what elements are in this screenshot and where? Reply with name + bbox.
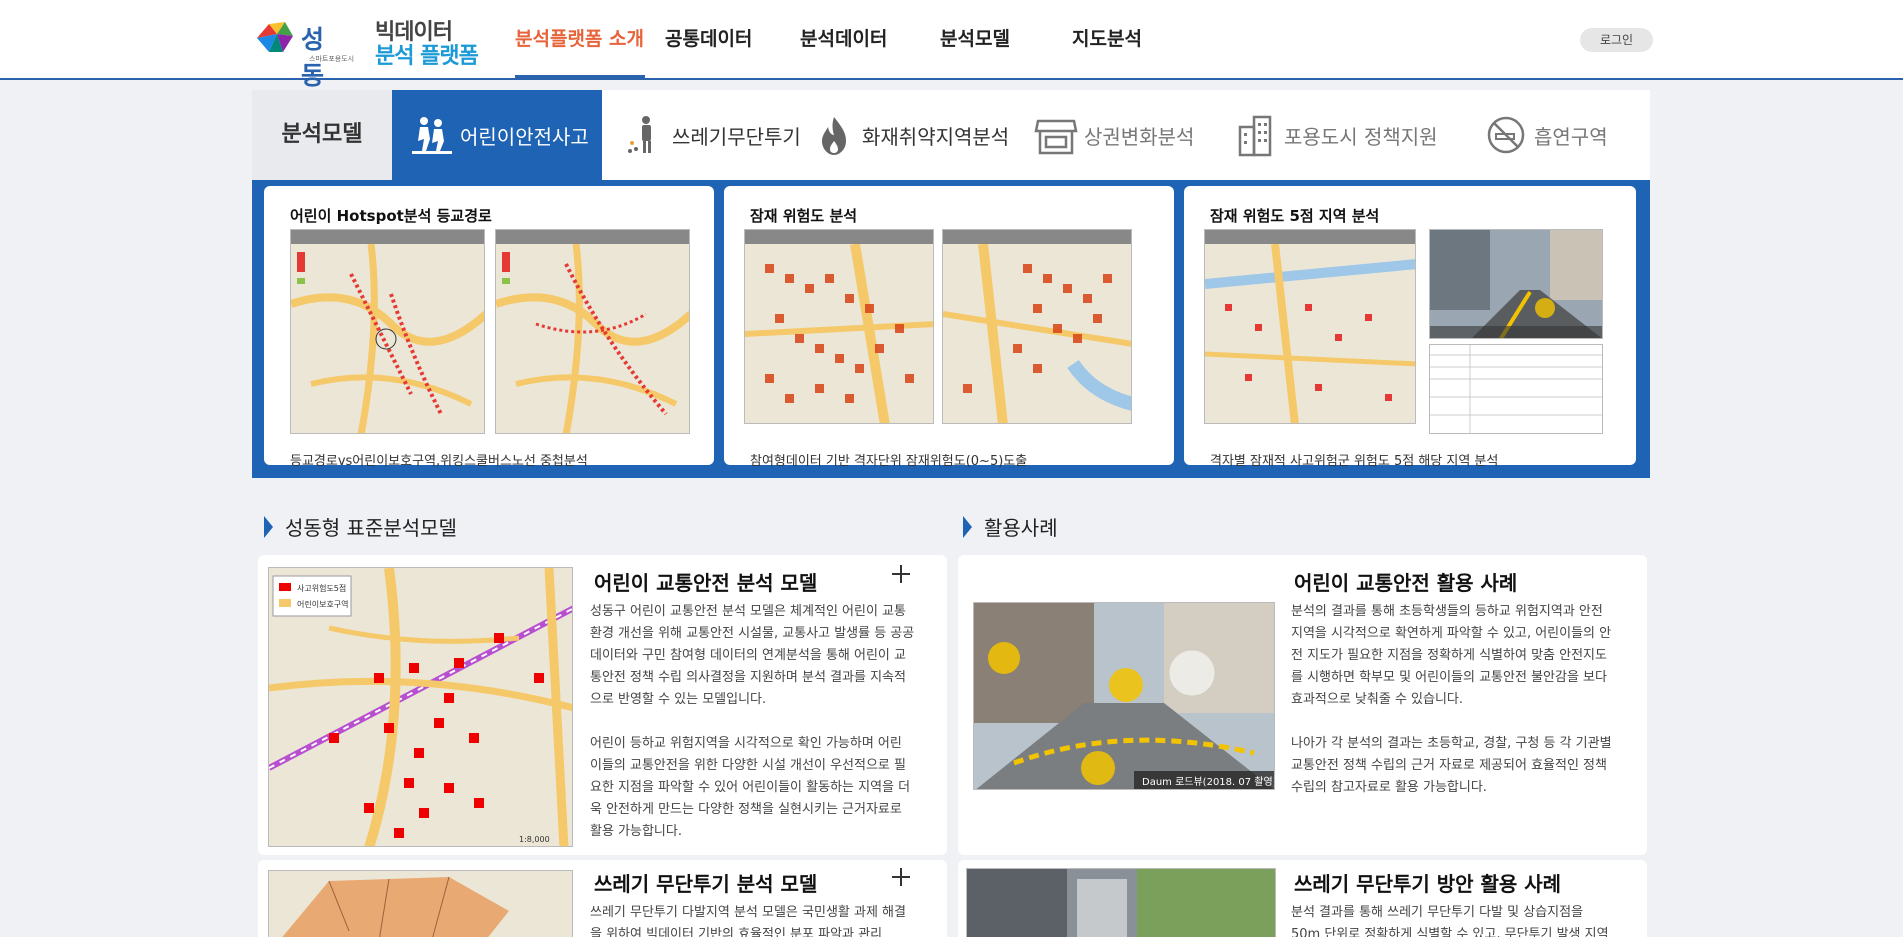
tab-child-safety[interactable]: 어린이안전사고 bbox=[392, 90, 602, 180]
logo-city-slogan: 스마트포용도시 bbox=[309, 55, 355, 63]
street-photo-image bbox=[1429, 229, 1603, 339]
tab-smoking-area[interactable]: 흡연구역 bbox=[1484, 90, 1634, 180]
street-dumping-photo-image bbox=[966, 868, 1276, 937]
section-bullet-icon bbox=[963, 515, 972, 538]
analysis-card-risk5[interactable]: 잠재 위험도 5점 지역 분석 격자별 잠재적 사고위험군 위험도 5점 해당 … bbox=[1184, 186, 1636, 469]
analysis-card-risk[interactable]: 잠재 위험도 분석 참여형데이터 기반 격자단위 잠재위험도(0~5)도출 bbox=[724, 186, 1174, 469]
model-tab-bar: 분석모델 어린이안전사고 쓰레기무단투기 화재취약지역분석 상권변화분석 포용도… bbox=[252, 90, 1650, 180]
legend-school-zone-label: 어린이보호구역 bbox=[297, 599, 349, 609]
dumping-map-image bbox=[268, 870, 573, 937]
model-box-illegal-dumping: 쓰레기 무단투기 분석 모델 쓰레기 무단투기 다발지역 분석 모델은 국민생활… bbox=[258, 860, 947, 937]
building-icon bbox=[1234, 113, 1278, 157]
fire-icon bbox=[812, 113, 856, 157]
model-box-child-traffic: 사고위험도5점 어린이보호구역 1:8,000 어린이 교통안전 분석 모델 성… bbox=[258, 555, 947, 855]
main-nav: 분석플랫폼 소개 공통데이터 분석데이터 분석모델 지도분석 bbox=[510, 0, 1182, 78]
trash-dumping-icon bbox=[622, 113, 666, 157]
risk-info-table-image bbox=[1429, 344, 1603, 434]
section-bullet-icon bbox=[264, 515, 273, 538]
card-caption: 격자별 잠재적 사고위험군 위험도 5점 해당 지역 분석 bbox=[1210, 454, 1499, 469]
photo-caption: Daum 로드뷰(2018. 07 촬영) bbox=[1142, 776, 1275, 788]
box-title: 어린이 교통안전 분석 모델 bbox=[594, 571, 818, 595]
tab-label: 상권변화분석 bbox=[1084, 124, 1195, 149]
nav-analysis-data[interactable]: 분석데이터 bbox=[800, 0, 910, 78]
card-caption: 등교경로vs어린이보호구역,위킹스쿨버스노선 중첩분석 bbox=[290, 454, 588, 469]
child-traffic-map-image: 사고위험도5점 어린이보호구역 1:8,000 bbox=[268, 567, 573, 847]
no-smoking-icon bbox=[1484, 113, 1528, 157]
box-description: 성동구 어린이 교통안전 분석 모델은 체계적인 어린이 교통 환경 개선을 위… bbox=[590, 604, 915, 839]
map-scale-label: 1:8,000 bbox=[519, 835, 550, 844]
hotspot-map-image-2 bbox=[495, 229, 690, 434]
box-description: 분석의 결과를 통해 초등학생들의 등하교 위험지역과 안전 지역을 시각적으로… bbox=[1291, 604, 1612, 795]
box-title: 쓰레기 무단투기 방안 활용 사례 bbox=[1294, 872, 1562, 896]
analysis-card-hotspot[interactable]: 어린이 Hotspot분석 등교경로 등교경로vs어린이보호구역,위킹스쿨버스노… bbox=[264, 186, 714, 469]
section-use-cases: 활용사례 bbox=[963, 512, 1058, 541]
store-icon bbox=[1034, 113, 1078, 157]
tab-label: 화재취약지역분석 bbox=[862, 124, 1010, 149]
section-title-text: 성동형 표준분석모델 bbox=[285, 516, 457, 540]
box-title: 쓰레기 무단투기 분석 모델 bbox=[594, 872, 818, 896]
case-box-illegal-dumping: 쓰레기 무단투기 방안 활용 사례 분석 결과를 통해 쓰레기 무단투기 다발 … bbox=[958, 860, 1647, 937]
more-plus-icon[interactable] bbox=[892, 868, 910, 886]
nav-analysis-model[interactable]: 분석모델 bbox=[940, 0, 1050, 78]
children-crossing-icon bbox=[410, 113, 454, 157]
tab-label: 흡연구역 bbox=[1534, 124, 1608, 149]
model-tabs-heading: 분석모델 bbox=[252, 90, 392, 180]
tab-label: 쓰레기무단투기 bbox=[672, 124, 801, 149]
nav-common-data[interactable]: 공통데이터 bbox=[665, 0, 775, 78]
box-title: 어린이 교통안전 활용 사례 bbox=[1294, 571, 1518, 595]
tab-label: 어린이안전사고 bbox=[460, 124, 589, 149]
tab-commercial-change[interactable]: 상권변화분석 bbox=[1034, 90, 1204, 180]
risk5-map-image bbox=[1204, 229, 1416, 424]
tab-illegal-dumping[interactable]: 쓰레기무단투기 bbox=[622, 90, 801, 180]
card-title: 어린이 Hotspot분석 등교경로 bbox=[290, 207, 492, 225]
road-view-photo-image: Daum 로드뷰(2018. 07 촬영) bbox=[973, 602, 1275, 790]
card-caption: 참여형데이터 기반 격자단위 잠재위험도(0~5)도출 bbox=[750, 454, 1028, 469]
card-title: 잠재 위험도 분석 bbox=[750, 207, 858, 225]
card-title: 잠재 위험도 5점 지역 분석 bbox=[1210, 207, 1380, 225]
case-box-child-traffic: Daum 로드뷰(2018. 07 촬영) 어린이 교통안전 활용 사례 분석의… bbox=[958, 555, 1647, 855]
box-description: 분석 결과를 통해 쓰레기 무단투기 다발 및 상습지점을 50m 단위로 정확… bbox=[1291, 905, 1609, 937]
tab-inclusive-policy[interactable]: 포용도시 정책지원 bbox=[1234, 90, 1438, 180]
section-title-text: 활용사례 bbox=[984, 516, 1058, 540]
legend-risk5-label: 사고위험도5점 bbox=[297, 583, 346, 593]
model-detail-panel: 어린이 Hotspot분석 등교경로 등교경로vs어린이보호구역,위킹스쿨버스노… bbox=[252, 180, 1650, 478]
tab-label: 포용도시 정책지원 bbox=[1284, 124, 1438, 149]
nav-map-analysis[interactable]: 지도분석 bbox=[1072, 0, 1182, 78]
risk-grid-map-image-2 bbox=[942, 229, 1132, 424]
risk-grid-map-image-1 bbox=[744, 229, 934, 424]
hotspot-map-image-1 bbox=[290, 229, 485, 434]
nav-platform-intro[interactable]: 분석플랫폼 소개 bbox=[515, 0, 645, 78]
box-description: 쓰레기 무단투기 다발지역 분석 모델은 국민생활 과제 해결 을 위하여 빅데… bbox=[590, 905, 906, 937]
login-button[interactable]: 로그인 bbox=[1580, 28, 1653, 52]
logo-title-line2: 분석 플랫폼 bbox=[375, 44, 479, 69]
more-plus-icon[interactable] bbox=[892, 565, 910, 583]
top-header: 성동구 스마트포용도시 빅데이터 분석 플랫폼 분석플랫폼 소개 공통데이터 분… bbox=[0, 0, 1903, 126]
tab-fire-vulnerable[interactable]: 화재취약지역분석 bbox=[812, 90, 1012, 180]
section-standard-models: 성동형 표준분석모델 bbox=[264, 512, 457, 541]
logo-mark-icon bbox=[257, 22, 293, 52]
